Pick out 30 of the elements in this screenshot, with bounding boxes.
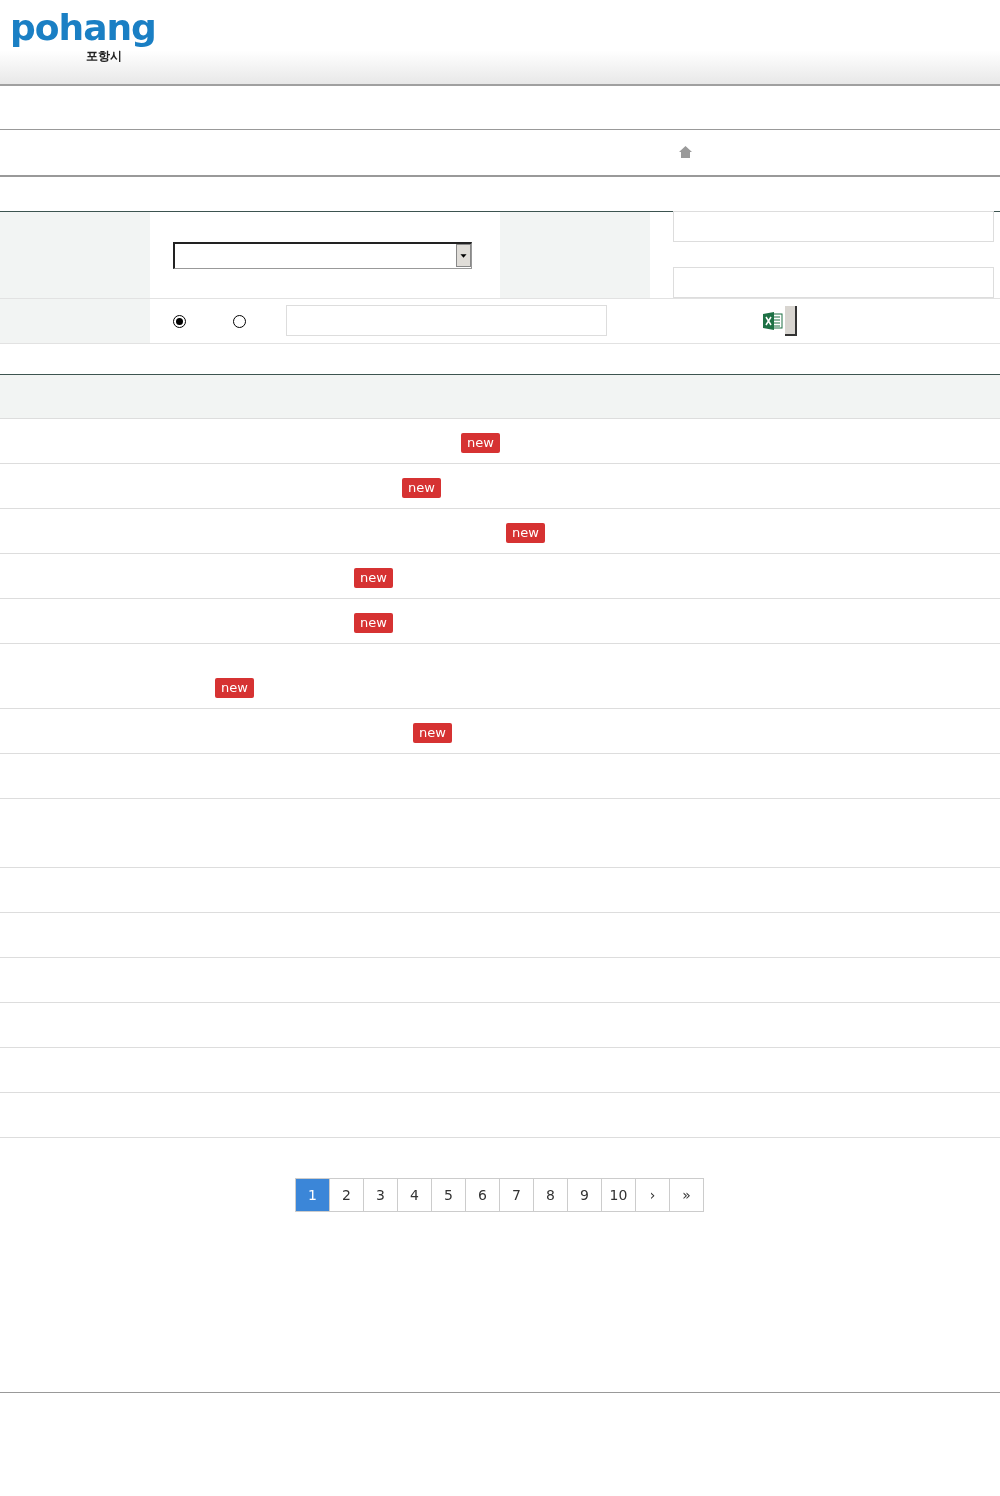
new-badge: new bbox=[354, 568, 393, 588]
page-link[interactable]: 6 bbox=[465, 1178, 500, 1212]
page-link[interactable]: 5 bbox=[431, 1178, 466, 1212]
page-link[interactable]: 9 bbox=[567, 1178, 602, 1212]
radio-button[interactable] bbox=[233, 314, 246, 328]
new-badge: new bbox=[402, 478, 441, 498]
nav-link[interactable]: » bbox=[669, 1178, 704, 1212]
radio-button[interactable] bbox=[173, 314, 186, 328]
search-field[interactable] bbox=[286, 305, 607, 336]
new-badge: new bbox=[215, 678, 254, 698]
page-link[interactable]: 1 bbox=[295, 1178, 330, 1212]
new-badge: new bbox=[354, 613, 393, 633]
select-dropdown[interactable] bbox=[173, 241, 472, 269]
new-badge: new bbox=[413, 723, 452, 743]
logo-city-name: 포항시 bbox=[86, 50, 122, 63]
new-badge: new bbox=[506, 523, 545, 543]
spreadsheet-icon[interactable] bbox=[763, 312, 783, 330]
input-field[interactable] bbox=[673, 211, 994, 242]
logo-wordmark: pohang bbox=[10, 6, 156, 50]
page-link[interactable]: 8 bbox=[533, 1178, 568, 1212]
page-link[interactable]: 2 bbox=[329, 1178, 364, 1212]
page-link[interactable]: 10 bbox=[601, 1178, 636, 1212]
page-link[interactable]: 3 bbox=[363, 1178, 398, 1212]
nav-link[interactable]: › bbox=[635, 1178, 670, 1212]
page-link[interactable]: 4 bbox=[397, 1178, 432, 1212]
new-badge: new bbox=[461, 433, 500, 453]
home-icon[interactable] bbox=[679, 146, 692, 158]
input-field[interactable] bbox=[673, 267, 994, 298]
download-button[interactable] bbox=[785, 306, 797, 336]
page-link[interactable]: 7 bbox=[499, 1178, 534, 1212]
